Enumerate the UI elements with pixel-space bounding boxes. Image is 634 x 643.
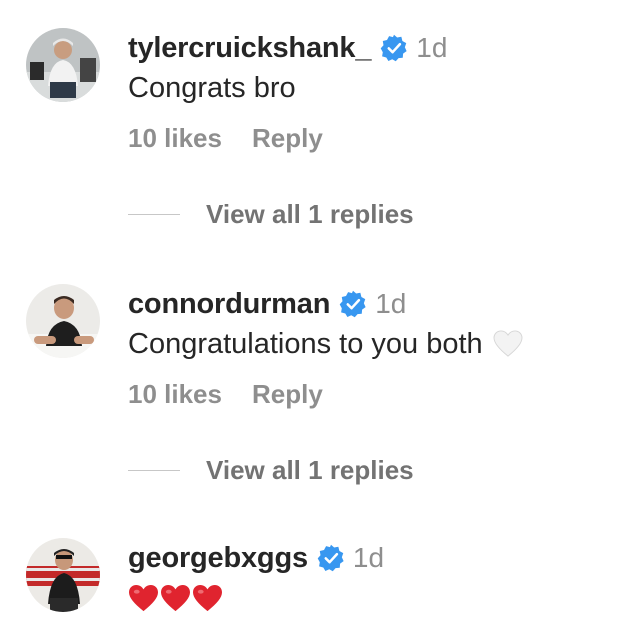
view-replies-label: View all 1 replies [206, 454, 414, 485]
divider-line [128, 469, 180, 471]
username[interactable]: tylercruickshank_ [128, 32, 371, 65]
avatar[interactable] [26, 284, 100, 358]
verified-badge-icon [339, 290, 366, 318]
white-heart-icon [493, 330, 523, 357]
red-heart-icon [193, 584, 222, 611]
red-heart-icon [129, 584, 158, 611]
view-replies-button[interactable]: View all 1 replies [128, 196, 414, 232]
timestamp: 1d [352, 542, 385, 573]
verified-badge-icon [380, 34, 407, 62]
timestamp: 1d [416, 32, 448, 63]
avatar[interactable] [26, 28, 100, 102]
red-heart-icon [161, 584, 190, 611]
likes-count[interactable]: 10 likes [128, 123, 222, 154]
divider-line [128, 213, 180, 215]
timestamp: 1d [375, 288, 407, 319]
view-replies-button[interactable]: View all 1 replies [128, 452, 414, 488]
comment-text: ❤️❤️❤️ [128, 578, 626, 618]
username[interactable]: georgebxggs [128, 542, 308, 575]
reply-button[interactable]: Reply [252, 123, 323, 154]
view-replies-label: View all 1 replies [206, 198, 414, 229]
avatar[interactable] [26, 538, 100, 612]
likes-count[interactable]: 10 likes [128, 379, 222, 410]
reply-button[interactable]: Reply [252, 379, 323, 410]
comment-text: Congrats bro [128, 72, 296, 104]
comment-text: Congratulations to you both [128, 328, 483, 360]
verified-badge-icon [317, 544, 344, 572]
username[interactable]: connordurman [128, 288, 330, 321]
